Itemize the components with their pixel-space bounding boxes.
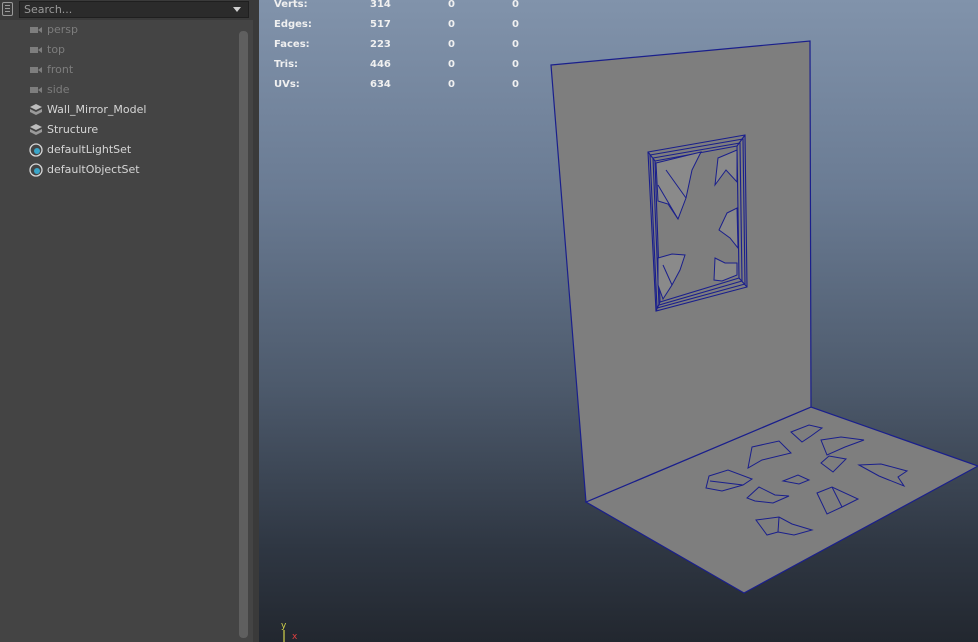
group-icon xyxy=(30,104,42,115)
hud-value: 223 xyxy=(370,39,391,50)
chevron-down-icon[interactable] xyxy=(233,7,241,12)
axis-gizmo xyxy=(283,630,285,642)
hud-value: 0 xyxy=(512,19,519,30)
outliner-item-side[interactable]: side xyxy=(0,80,240,100)
hud-value: 0 xyxy=(448,59,455,70)
outliner-item-label: Structure xyxy=(47,123,99,136)
outliner-item-label: side xyxy=(47,83,70,96)
hud-row-edges: Edges: 517 0 0 xyxy=(274,16,574,36)
scene-wireframe xyxy=(550,40,978,594)
outliner-item-defaultlightset[interactable]: defaultLightSet xyxy=(0,140,240,160)
outliner-item-label: Wall_Mirror_Model xyxy=(47,103,147,116)
hud-value: 0 xyxy=(512,79,519,90)
hud-row-tris: Tris: 446 0 0 xyxy=(274,56,574,76)
outliner-panel: persp top front side xyxy=(0,0,253,642)
set-icon xyxy=(29,143,43,157)
outliner-item-persp[interactable]: persp xyxy=(0,20,240,40)
set-icon xyxy=(29,163,43,177)
hud-row-verts: Verts: 314 0 0 xyxy=(274,0,574,16)
hud-value: 0 xyxy=(448,39,455,50)
camera-icon xyxy=(30,27,42,33)
hud-row-faces: Faces: 223 0 0 xyxy=(274,36,574,56)
hud-value: 0 xyxy=(448,19,455,30)
outliner-tree: persp top front side Wall_Mirror_Model S… xyxy=(0,20,240,180)
outliner-scrollbar[interactable] xyxy=(239,31,248,638)
camera-icon xyxy=(30,47,42,53)
outliner-item-wall-mirror-model[interactable]: Wall_Mirror_Model xyxy=(0,100,240,120)
search-bar xyxy=(0,0,253,20)
outliner-item-structure[interactable]: Structure xyxy=(0,120,240,140)
hud-value: 0 xyxy=(512,59,519,70)
hud-value: 517 xyxy=(370,19,391,30)
hud-value: 634 xyxy=(370,79,391,90)
axis-x-label: x xyxy=(292,632,298,642)
outliner-item-label: front xyxy=(47,63,74,76)
camera-icon xyxy=(30,87,42,93)
axis-y-label: y xyxy=(281,621,287,631)
hud-value: 0 xyxy=(512,0,519,10)
hud-value: 0 xyxy=(512,39,519,50)
hud-value: 446 xyxy=(370,59,391,70)
search-input[interactable] xyxy=(19,1,249,18)
hud-value: 314 xyxy=(370,0,391,10)
outliner-item-label: persp xyxy=(47,23,78,36)
outliner-item-top[interactable]: top xyxy=(0,40,240,60)
poly-count-hud: Verts: 314 0 0 Edges: 517 0 0 Faces: 223… xyxy=(274,0,574,96)
outliner-item-label: defaultLightSet xyxy=(47,143,132,156)
outliner-item-defaultobjectset[interactable]: defaultObjectSet xyxy=(0,160,240,180)
perspective-viewport[interactable]: Verts: 314 0 0 Edges: 517 0 0 Faces: 223… xyxy=(259,0,978,642)
hud-value: 0 xyxy=(448,79,455,90)
group-icon xyxy=(30,124,42,135)
hud-value: 0 xyxy=(448,0,455,10)
camera-icon xyxy=(30,67,42,73)
filter-icon[interactable] xyxy=(2,2,13,16)
hud-row-uvs: UVs: 634 0 0 xyxy=(274,76,574,96)
outliner-item-label: top xyxy=(47,43,66,56)
outliner-item-label: defaultObjectSet xyxy=(47,163,140,176)
outliner-item-front[interactable]: front xyxy=(0,60,240,80)
